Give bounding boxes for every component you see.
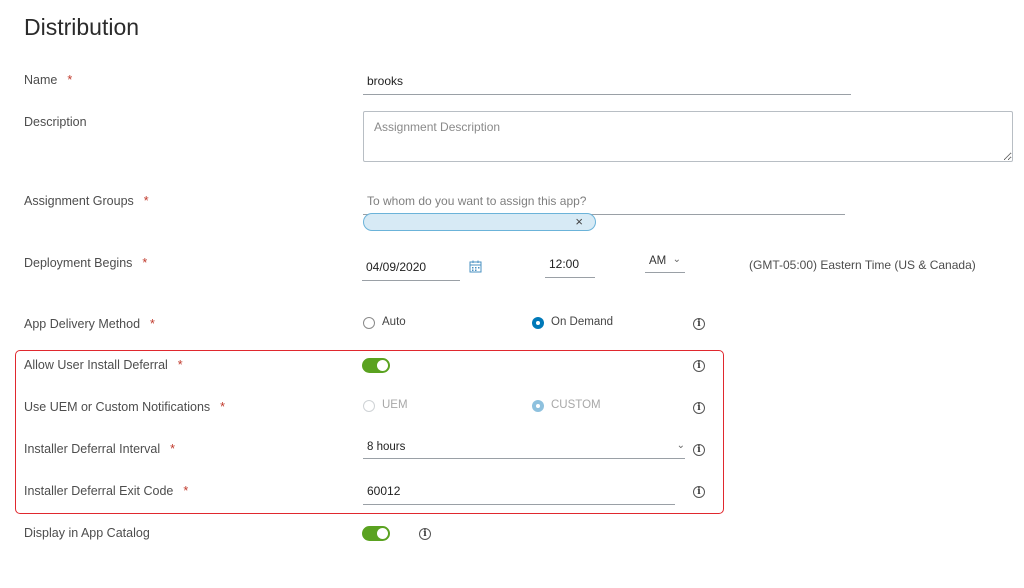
installer-deferral-interval-label: Installer Deferral Interval *	[24, 442, 176, 456]
name-input[interactable]	[363, 72, 851, 95]
info-icon[interactable]: i	[693, 402, 705, 414]
description-label: Description	[24, 115, 87, 129]
radio-uem-label: UEM	[382, 399, 408, 411]
description-textarea[interactable]	[363, 111, 1013, 162]
radio-auto[interactable]	[363, 317, 375, 329]
allow-user-install-deferral-toggle[interactable]	[362, 358, 390, 373]
installer-deferral-exit-code-input[interactable]	[363, 482, 675, 505]
info-icon[interactable]: i	[693, 318, 705, 330]
timezone-text: (GMT-05:00) Eastern Time (US & Canada)	[749, 258, 976, 272]
installer-deferral-exit-code-label: Installer Deferral Exit Code *	[24, 484, 189, 498]
chevron-down-icon: ⌄	[672, 254, 681, 265]
notifications-label: Use UEM or Custom Notifications *	[24, 400, 226, 414]
info-icon[interactable]: i	[419, 528, 431, 540]
info-icon[interactable]: i	[693, 444, 705, 456]
required-marker: *	[142, 256, 148, 270]
required-marker: *	[220, 400, 226, 414]
radio-on-demand-label: On Demand	[551, 316, 614, 328]
installer-deferral-interval-select[interactable]: 8 hours ⌄	[363, 440, 685, 459]
info-icon[interactable]: i	[693, 360, 705, 372]
display-in-app-catalog-toggle[interactable]	[362, 526, 390, 541]
app-delivery-method-label: App Delivery Method *	[24, 317, 155, 331]
name-label: Name *	[24, 73, 73, 87]
assignment-groups-label: Assignment Groups *	[24, 194, 149, 208]
page-title: Distribution	[24, 14, 140, 40]
display-in-app-catalog-label: Display in App Catalog	[24, 526, 150, 540]
assignment-groups-search-input[interactable]	[363, 192, 845, 215]
required-marker: *	[150, 317, 155, 331]
required-marker: *	[143, 194, 149, 208]
deployment-time-input[interactable]	[545, 255, 595, 278]
assignment-group-chip[interactable]: ×	[363, 213, 596, 231]
chip-remove-icon[interactable]: ×	[575, 214, 583, 230]
radio-custom[interactable]	[532, 400, 544, 412]
calendar-icon[interactable]	[469, 260, 482, 278]
chevron-down-icon: ⌄	[676, 440, 685, 451]
required-marker: *	[177, 358, 183, 372]
required-marker: *	[183, 484, 189, 498]
radio-uem[interactable]	[363, 400, 375, 412]
ampm-select[interactable]: AM ⌄	[645, 254, 685, 273]
allow-user-install-deferral-label: Allow User Install Deferral *	[24, 358, 183, 372]
deployment-begins-label: Deployment Begins *	[24, 256, 148, 270]
radio-on-demand[interactable]	[532, 317, 544, 329]
required-marker: *	[170, 442, 176, 456]
info-icon[interactable]: i	[693, 486, 705, 498]
required-marker: *	[67, 73, 73, 87]
radio-auto-label: Auto	[382, 316, 406, 328]
radio-custom-label: CUSTOM	[551, 399, 601, 411]
deployment-date-input[interactable]	[362, 258, 460, 281]
